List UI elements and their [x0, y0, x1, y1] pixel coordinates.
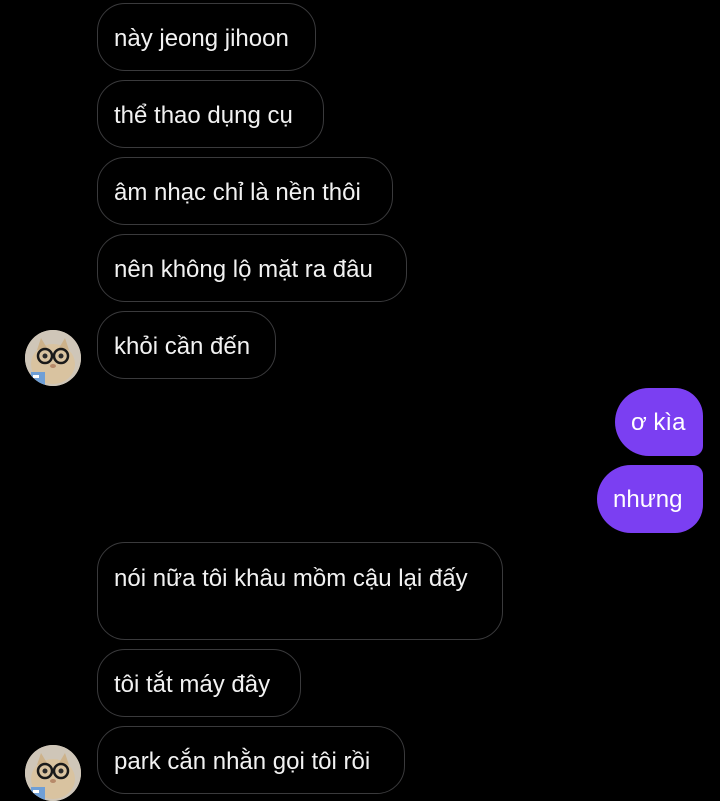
- message-text: nhưng: [613, 486, 683, 513]
- message-text: khỏi cần đến: [114, 333, 251, 360]
- message-bubble-incoming[interactable]: nên không lộ mặt ra đâu: [97, 234, 407, 302]
- message-bubble-incoming[interactable]: khỏi cần đến: [97, 311, 276, 379]
- message-text: âm nhạc chỉ là nền thôi: [114, 179, 361, 206]
- message-bubble-incoming[interactable]: âm nhạc chỉ là nền thôi: [97, 157, 393, 225]
- message-text: tôi tắt máy đây: [114, 671, 271, 698]
- cat-with-glasses-icon: [25, 745, 81, 801]
- message-text: nên không lộ mặt ra đâu: [114, 256, 373, 283]
- message-bubble-incoming[interactable]: thể thao dụng cụ: [97, 80, 324, 148]
- message-text: ơ kìa: [631, 409, 686, 436]
- message-text: nói nữa tôi khâu mồm cậu lại đấy: [114, 565, 468, 592]
- message-text: park cắn nhằn gọi tôi rồi: [114, 748, 371, 775]
- cat-with-glasses-icon: [25, 330, 81, 386]
- message-bubble-incoming[interactable]: park cắn nhằn gọi tôi rồi: [97, 726, 405, 794]
- message-bubble-outgoing[interactable]: ơ kìa: [615, 388, 703, 456]
- message-text: này jeong jihoon: [114, 25, 289, 52]
- message-text: thể thao dụng cụ: [114, 102, 293, 129]
- cat-with-glasses-avatar[interactable]: [25, 745, 81, 801]
- message-bubble-incoming[interactable]: tôi tắt máy đây: [97, 649, 301, 717]
- message-bubble-incoming[interactable]: nói nữa tôi khâu mồm cậu lại đấy: [97, 542, 503, 640]
- message-bubble-incoming[interactable]: này jeong jihoon: [97, 3, 316, 71]
- message-bubble-outgoing[interactable]: nhưng: [597, 465, 703, 533]
- cat-with-glasses-avatar[interactable]: [25, 330, 81, 386]
